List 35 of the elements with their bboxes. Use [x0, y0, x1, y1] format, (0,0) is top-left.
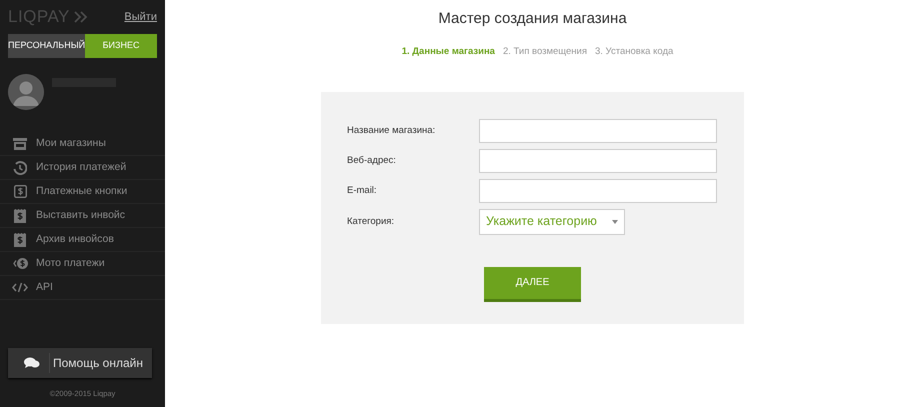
field-label: E-mail: [347, 184, 378, 198]
chat-icon [24, 356, 40, 369]
field-label: Категория: [347, 214, 396, 229]
code-icon [12, 282, 28, 293]
chevrons-icon [74, 11, 88, 23]
category-select[interactable]: Укажите категорию [479, 208, 625, 235]
wizard-step: 2. Тип возмещения [502, 44, 587, 59]
wizard-step: 1. Данные магазина [402, 44, 495, 59]
input-field[interactable] [479, 148, 717, 173]
store-icon [13, 138, 27, 150]
dollar-box-icon [14, 185, 26, 198]
input-field[interactable] [479, 118, 717, 143]
caret-icon [612, 220, 618, 224]
coin-icon [12, 257, 28, 270]
field-label: Название магазина: [347, 124, 436, 138]
help-button[interactable]: Помощь онлайн [8, 348, 152, 378]
sidebar-item[interactable]: Архив инвойсов [0, 228, 165, 252]
field-label: Веб-адрес: [347, 154, 397, 168]
mode-tab[interactable]: ПЕРСОНАЛЬНЫЙ [8, 34, 86, 58]
sidebar-item[interactable]: Мото платежи [0, 252, 165, 276]
page-title: Мастер создания магазина [438, 9, 627, 29]
sidebar-item[interactable]: Мои магазины [0, 132, 165, 156]
sidebar-item[interactable]: Платежные кнопки [0, 180, 165, 204]
sidebar-item[interactable]: API [0, 276, 165, 300]
wizard-step: 3. Установка кода [595, 44, 674, 59]
logout-link[interactable]: Выйти [124, 8, 157, 26]
history-icon [13, 160, 27, 174]
next-button[interactable]: ДАЛЕЕ [484, 266, 581, 302]
input-field[interactable] [479, 178, 717, 203]
sidebar-item[interactable]: Выставить инвойс [0, 204, 165, 228]
invoice-icon [14, 208, 26, 222]
mode-tab[interactable]: БИЗНЕС [85, 34, 157, 58]
invoice-icon [14, 232, 26, 246]
sidebar-item[interactable]: История платежей [0, 156, 165, 180]
avatar-icon [8, 74, 44, 110]
